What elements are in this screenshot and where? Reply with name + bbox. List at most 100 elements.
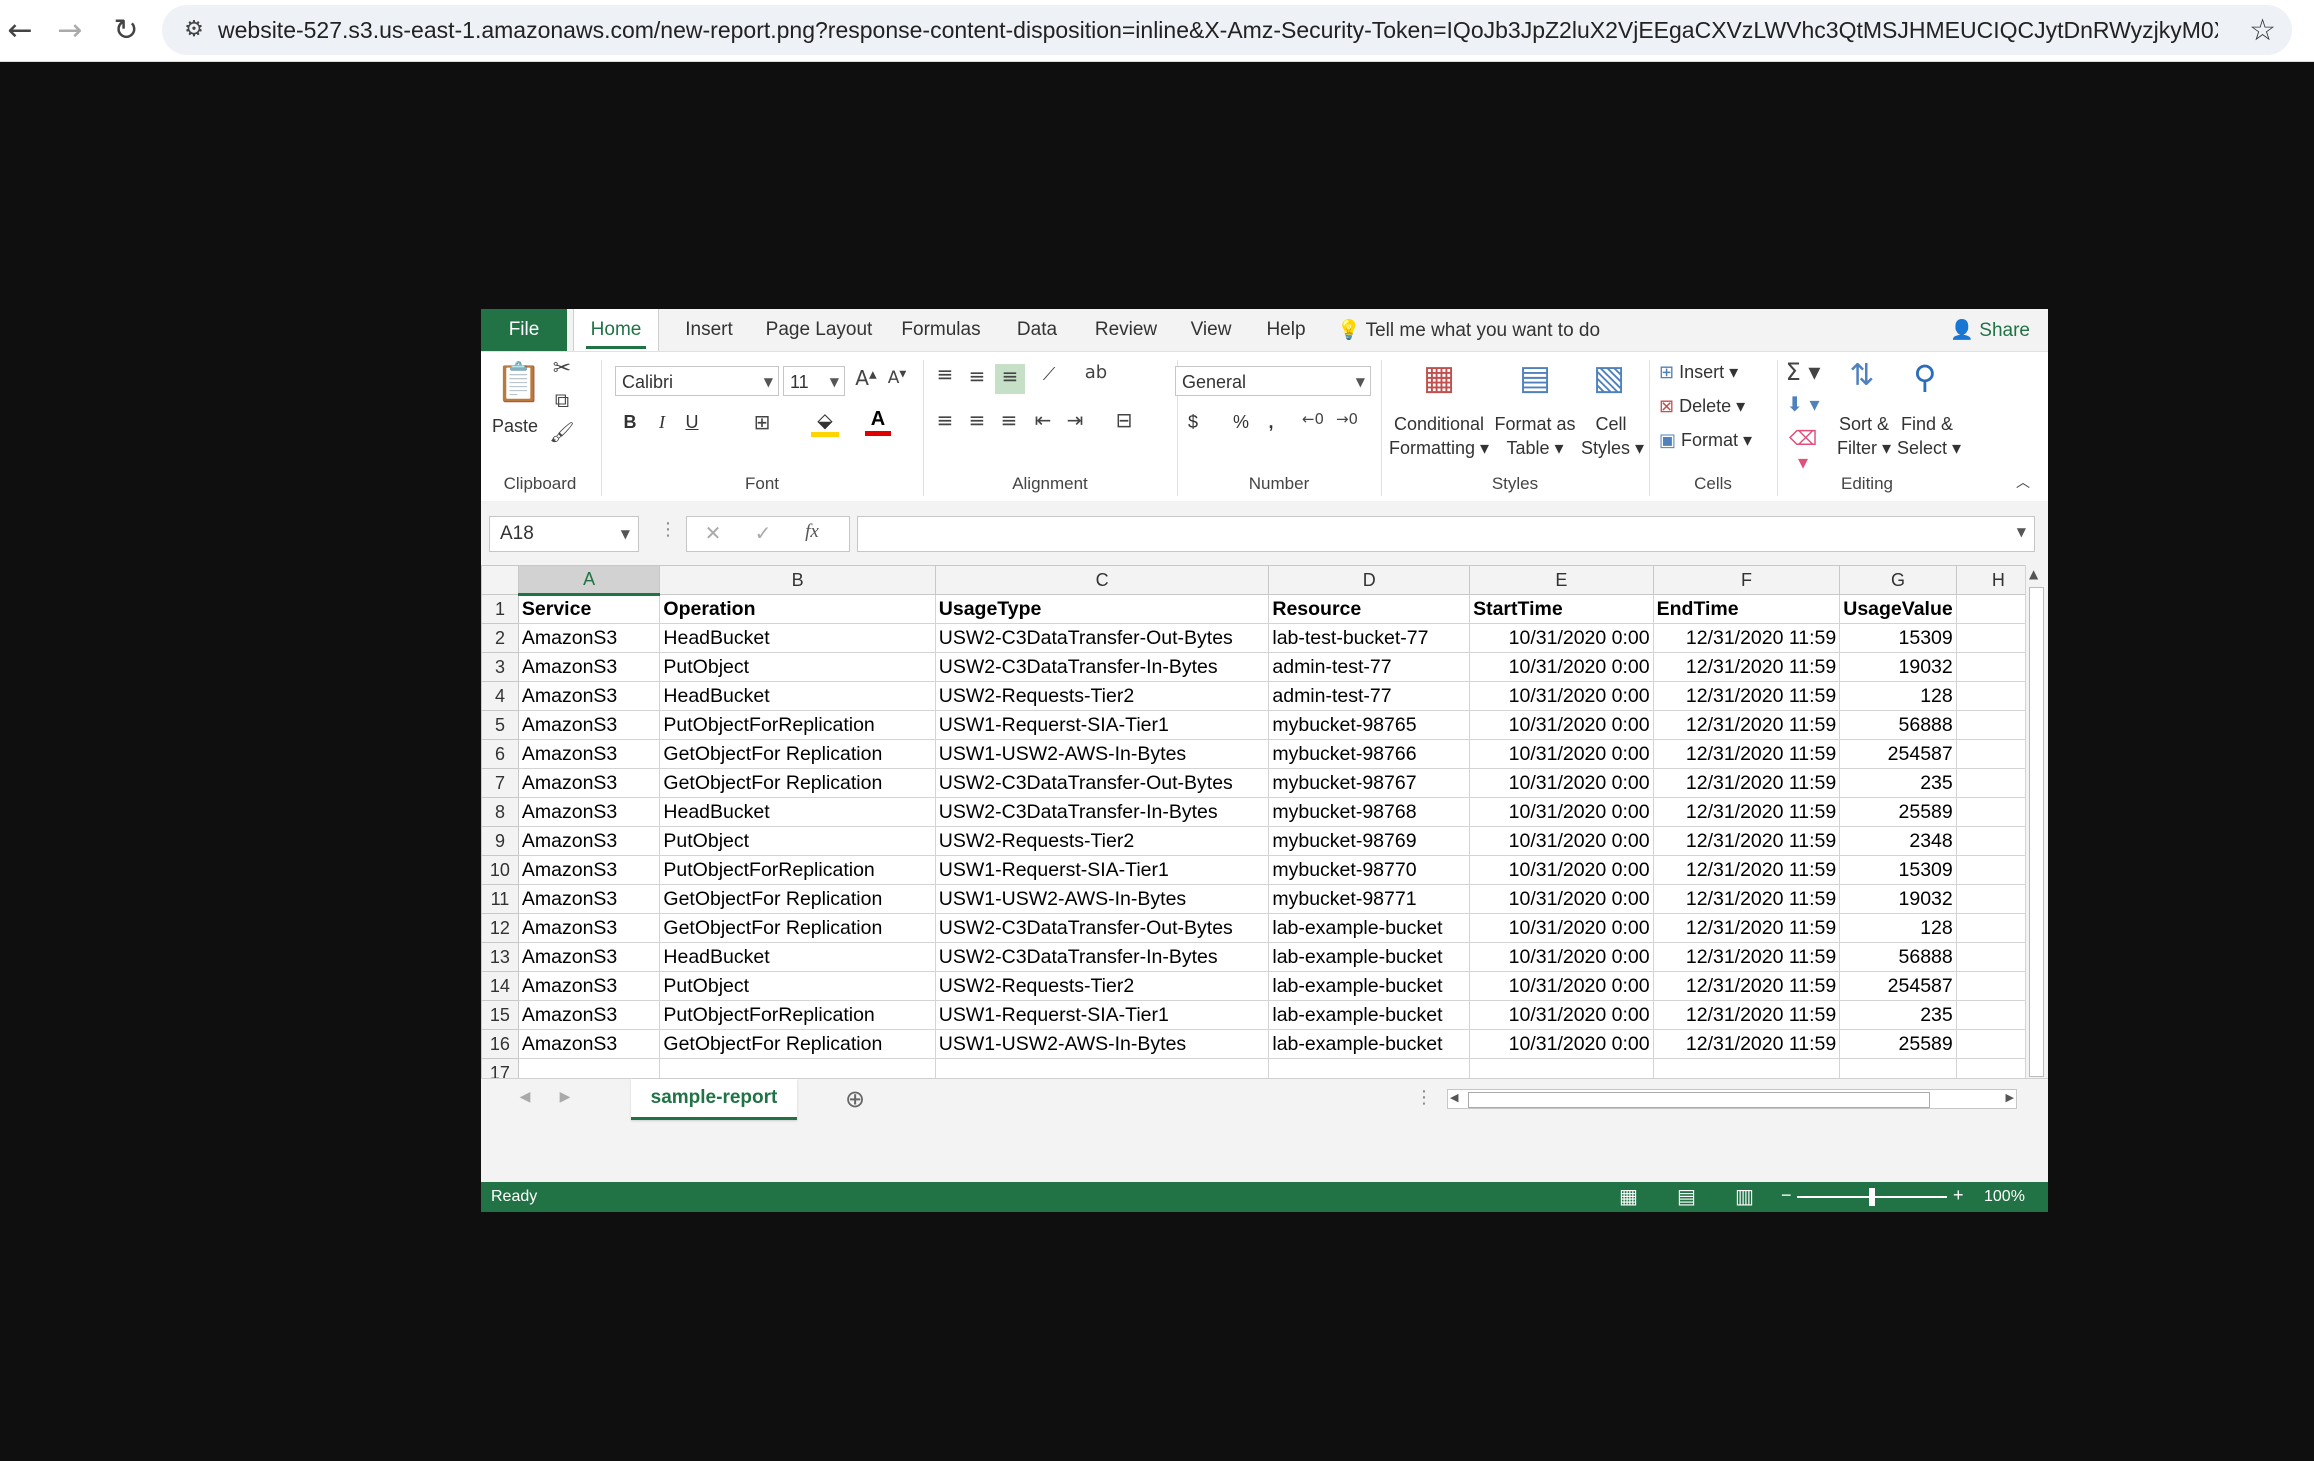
cell[interactable]: lab-example-bucket [1268,971,1471,1001]
cell[interactable]: 10/31/2020 0:00 [1469,855,1654,885]
zoom-in-icon[interactable]: + [1953,1185,1964,1206]
cell[interactable]: 10/31/2020 0:00 [1469,739,1654,769]
star-icon[interactable]: ☆ [2249,13,2276,48]
cell[interactable]: AmazonS3 [517,1000,661,1030]
find-select-icon[interactable]: ⚲ [1903,358,1947,396]
cell[interactable]: 254587 [1839,739,1957,769]
tab-home[interactable]: Home [573,309,659,351]
cell[interactable]: USW2-C3DataTransfer-In-Bytes [934,797,1270,827]
cell[interactable]: AmazonS3 [517,797,661,827]
align-bottom-icon[interactable]: ≡ [995,364,1025,394]
orientation-icon[interactable]: ⟋ [1031,364,1067,385]
increase-font-icon[interactable]: A▲ [851,366,881,390]
cell[interactable]: 10/31/2020 0:00 [1469,768,1654,798]
cell[interactable]: 12/31/2020 11:59 [1652,884,1841,914]
row-header[interactable]: 14 [481,971,519,1001]
cell[interactable]: HeadBucket [659,942,936,972]
cell[interactable]: 10/31/2020 0:00 [1469,971,1654,1001]
decrease-font-icon[interactable]: A▼ [883,368,911,388]
row-header[interactable]: 1 [481,594,519,624]
autosum-icon[interactable]: Σ ▾ [1785,358,1821,386]
cell[interactable]: 128 [1839,681,1957,711]
column-header[interactable]: C [934,565,1270,595]
cell[interactable] [934,1058,1270,1078]
select-all-corner[interactable] [481,565,519,595]
scroll-thumb[interactable] [1468,1092,1930,1108]
borders-icon[interactable]: ⊞ [749,410,775,434]
row-header[interactable]: 6 [481,739,519,769]
vertical-scrollbar[interactable]: ▲ [2025,565,2048,1078]
scroll-right-icon[interactable]: ▶ [2006,1091,2014,1104]
cell[interactable]: USW1-USW2-AWS-In-Bytes [934,1029,1270,1059]
cell[interactable]: USW1-Requerst-SIA-Tier1 [934,1000,1270,1030]
cell[interactable]: admin-test-77 [1268,652,1471,682]
cell[interactable]: USW2-Requests-Tier2 [934,681,1270,711]
format-as-table-icon[interactable]: ▤ [1513,358,1557,398]
sort-filter-button[interactable]: Sort & Filter ▾ [1835,412,1893,460]
cell[interactable]: AmazonS3 [517,826,661,856]
format-painter-icon[interactable]: 🖌 [547,420,577,444]
sort-filter-icon[interactable]: ⇅ [1839,358,1885,393]
cell[interactable]: mybucket-98771 [1268,884,1471,914]
fill-icon[interactable]: ⬇ ▾ [1785,392,1821,416]
zoom-slider-thumb[interactable] [1869,1188,1875,1206]
cell[interactable]: PutObject [659,652,936,682]
row-header[interactable]: 2 [481,623,519,653]
cell[interactable]: lab-example-bucket [1268,942,1471,972]
currency-button[interactable]: $ [1181,410,1205,434]
chevron-down-icon[interactable]: ▼ [2017,525,2026,539]
page-layout-view-icon[interactable]: ▤ [1677,1184,1696,1208]
cell[interactable]: admin-test-77 [1268,681,1471,711]
name-box[interactable]: A18 ▼ [489,516,639,552]
enter-icon[interactable]: ✓ [751,521,775,545]
row-header[interactable]: 17 [481,1058,519,1078]
tab-file[interactable]: File [481,309,567,351]
tab-help[interactable]: Help [1253,309,1319,351]
merge-center-icon[interactable]: ⊟ [1109,408,1139,432]
cell[interactable]: mybucket-98769 [1268,826,1471,856]
align-center-icon[interactable]: ≡ [963,408,991,432]
cell[interactable]: 12/31/2020 11:59 [1652,710,1841,740]
formula-input[interactable]: ▼ [857,516,2035,552]
cell[interactable]: GetObjectFor Replication [659,1029,936,1059]
cell[interactable]: USW1-Requerst-SIA-Tier1 [934,855,1270,885]
tab-review[interactable]: Review [1083,309,1169,351]
cell[interactable]: 254587 [1839,971,1957,1001]
cell[interactable] [1469,1058,1654,1078]
cell[interactable]: 19032 [1839,652,1957,682]
cell[interactable]: PutObject [659,971,936,1001]
cell[interactable]: lab-example-bucket [1268,1029,1471,1059]
row-header[interactable]: 7 [481,768,519,798]
cell[interactable]: PutObjectForReplication [659,855,936,885]
row-header[interactable]: 10 [481,855,519,885]
cell[interactable]: 25589 [1839,1029,1957,1059]
column-header[interactable]: A [517,565,661,596]
row-header[interactable]: 15 [481,1000,519,1030]
cell[interactable]: HeadBucket [659,681,936,711]
copy-icon[interactable]: ⧉ [547,388,577,412]
percent-button[interactable]: % [1229,410,1253,434]
cell[interactable]: GetObjectFor Replication [659,768,936,798]
cell[interactable]: USW2-C3DataTransfer-In-Bytes [934,942,1270,972]
tab-data[interactable]: Data [1001,309,1073,351]
cell[interactable] [1839,1058,1957,1078]
cell[interactable]: PutObject [659,826,936,856]
delete-cells-button[interactable]: ⊠ Delete ▾ [1659,394,1769,419]
row-header[interactable]: 13 [481,942,519,972]
cell[interactable]: HeadBucket [659,623,936,653]
font-name-select[interactable]: Calibri ▼ [615,366,779,396]
cell[interactable]: AmazonS3 [517,971,661,1001]
cell[interactable]: 10/31/2020 0:00 [1469,710,1654,740]
row-header[interactable]: 9 [481,826,519,856]
cell[interactable]: AmazonS3 [517,710,661,740]
cell[interactable] [1652,1058,1841,1078]
page-break-view-icon[interactable]: ▥ [1735,1184,1754,1208]
wrap-text-icon[interactable]: ab [1081,362,1111,383]
row-header[interactable]: 4 [481,681,519,711]
cell[interactable]: StartTime [1469,594,1654,624]
cell[interactable]: 10/31/2020 0:00 [1469,1029,1654,1059]
cell[interactable]: USW2-Requests-Tier2 [934,971,1270,1001]
zoom-level[interactable]: 100% [1984,1188,2025,1206]
forward-arrow-icon[interactable]: → [52,12,88,48]
cell[interactable]: Operation [659,594,936,624]
